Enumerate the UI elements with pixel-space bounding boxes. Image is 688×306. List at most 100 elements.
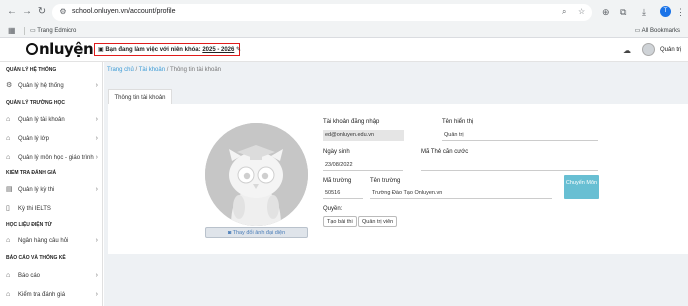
puzzle-icon[interactable]: ⧉	[620, 6, 626, 18]
logo-owl-icon	[26, 43, 38, 55]
sidebar-item-label: Quản lý kỳ thi	[18, 187, 55, 193]
id-card-field[interactable]	[421, 160, 598, 171]
tab-account-info[interactable]: Thông tin tài khoản	[108, 89, 172, 105]
sidebar-section-title: QUẢN LÝ TRƯỜNG HỌC	[6, 100, 65, 106]
sidebar-item-label: Ngân hàng câu hỏi	[18, 238, 69, 244]
bookmarks-bar: ▦ ▭ Trang Edmicro ▭ All Bookmarks	[0, 24, 688, 38]
url-text: school.onluyen.vn/account/profile	[72, 8, 176, 15]
logo-text: nluyện	[39, 40, 94, 58]
login-field: ed@onluyen.edu.vn	[323, 130, 404, 141]
right-chip: Quản trị viên	[358, 216, 398, 227]
chevron-right-icon: ›	[95, 237, 98, 244]
breadcrumb-home[interactable]: Trang chủ	[107, 67, 134, 73]
sidebar-section-title: QUẢN LÝ HỆ THỐNG	[6, 67, 57, 73]
camera-icon: ◙	[227, 230, 232, 236]
chevron-right-icon: ›	[95, 291, 98, 298]
breadcrumb-current: Thông tin tài khoản	[169, 67, 222, 73]
school-code-label: Mã trường	[323, 178, 352, 184]
chevron-right-icon: ›	[95, 116, 98, 123]
sidebar-section-title: BÁO CÁO VÀ THỐNG KÊ	[6, 255, 66, 261]
school-code-field: 50516	[323, 188, 363, 199]
download-icon[interactable]: ⤓	[642, 6, 646, 18]
change-photo-label: Thay đổi ảnh đại diện	[232, 230, 286, 236]
bank-icon: ⌂	[6, 116, 11, 123]
bank-icon: ⌂	[6, 237, 11, 244]
book-icon: ▤	[6, 186, 13, 193]
chevron-right-icon: ›	[95, 186, 98, 193]
bookmark-star-icon[interactable]: ☆	[578, 7, 585, 17]
address-bar[interactable]: ⚙ school.onluyen.vn/account/profile ⌕ ☆	[52, 4, 592, 21]
app-header: nluyện ▣ Bạn đang làm việc với niên khóa…	[0, 38, 688, 62]
bank-icon: ⌂	[6, 154, 11, 161]
sidebar-item-label: Báo cáo	[18, 273, 41, 279]
all-bookmarks-label: All Bookmarks	[641, 28, 680, 34]
sidebar-item-reports[interactable]: ⌂ Báo cáo ›	[6, 272, 100, 284]
logo[interactable]: nluyện	[26, 40, 94, 58]
sidebar-item-label: Kiểm tra đánh giá	[18, 292, 66, 298]
dob-label: Ngày sinh	[323, 149, 350, 155]
school-name-label: Tên trường	[370, 178, 401, 184]
sidebar-item-question-bank[interactable]: ⌂ Ngân hàng câu hỏi ›	[6, 237, 100, 249]
year-label: Bạn đang làm việc với niên khóa:	[105, 47, 201, 53]
school-year-selector[interactable]: ▣ Bạn đang làm việc với niên khóa: 2025 …	[94, 43, 242, 56]
breadcrumb-separator: /	[135, 67, 138, 73]
sidebar-section-title: KIỂM TRA ĐÁNH GIÁ	[6, 170, 57, 176]
rights-label: Quyền:	[323, 206, 343, 212]
apps-icon[interactable]: ▦	[8, 27, 16, 35]
sidebar-item-label: Quản lý lớp	[18, 136, 49, 142]
breadcrumb-parent[interactable]: Tài khoản	[139, 67, 165, 73]
browser-chrome: ← → ↻ ⚙ school.onluyen.vn/account/profil…	[0, 0, 688, 38]
change-photo-button[interactable]: ◙ Thay đổi ảnh đại diện	[205, 227, 308, 238]
sidebar: QUẢN LÝ HỆ THỐNG ⚙ Quản lý hệ thống › QU…	[0, 62, 103, 306]
profile-avatar[interactable]: T	[660, 6, 671, 17]
edit-icon: ✎	[236, 47, 242, 53]
bookmark-divider	[24, 27, 25, 35]
calendar-icon: ▣	[98, 47, 104, 53]
sidebar-item-ielts[interactable]: ▯ Kỳ thi IELTS	[6, 205, 100, 217]
gears-icon: ⚙	[6, 82, 13, 89]
profile-card: ◙ Thay đổi ảnh đại diện Tài khoản đăng n…	[108, 104, 688, 254]
sidebar-item-system[interactable]: ⚙ Quản lý hệ thống ›	[6, 82, 100, 94]
school-name-field: Trường Đào Tạo Onluyen.vn	[370, 188, 552, 199]
sidebar-item-accounts[interactable]: ⌂ Quản lý tài khoản ›	[6, 116, 100, 128]
transfer-subject-button[interactable]: Chuyển Môn	[564, 175, 599, 199]
user-name[interactable]: Quản trị	[660, 47, 681, 53]
display-name-label: Tên hiển thị	[442, 119, 474, 125]
bank-icon: ⌂	[6, 135, 11, 142]
right-chip: Tạo bài thi	[323, 216, 357, 227]
site-info-icon[interactable]: ⚙	[58, 7, 68, 17]
bookmark-item[interactable]: ▭ Trang Edmicro	[30, 27, 76, 34]
reload-icon[interactable]: ↻	[36, 6, 48, 18]
chevron-right-icon: ›	[95, 272, 98, 279]
year-value: 2025 - 2026	[202, 47, 235, 53]
owl-avatar-icon	[205, 123, 308, 226]
sidebar-item-subjects[interactable]: ⌂ Quản lý môn học - giáo trình ›	[6, 154, 100, 166]
bank-icon: ⌂	[6, 291, 11, 298]
sidebar-section-title: HỌC LIỆU ĐIỆN TỬ	[6, 222, 52, 228]
bookmark-label: Trang Edmicro	[37, 28, 77, 34]
browser-toolbar: ← → ↻ ⚙ school.onluyen.vn/account/profil…	[0, 0, 688, 24]
avatar[interactable]	[642, 43, 655, 56]
back-icon[interactable]: ←	[6, 6, 18, 18]
sidebar-item-assessment[interactable]: ⌂ Kiểm tra đánh giá ›	[6, 291, 100, 303]
profile-photo	[205, 123, 308, 226]
dob-field[interactable]: 23/08/2022	[323, 160, 403, 171]
sidebar-item-label: Quản lý môn học - giáo trình	[18, 155, 94, 161]
breadcrumb-separator: /	[166, 67, 169, 73]
id-card-label: Mã Thẻ căn cước	[421, 149, 469, 155]
file-icon: ▯	[6, 205, 10, 212]
chevron-right-icon: ›	[95, 154, 98, 161]
breadcrumb: Trang chủ / Tài khoản / Thông tin tài kh…	[107, 67, 221, 73]
cloud-download-icon[interactable]: ☁	[623, 46, 631, 55]
main-content: Trang chủ / Tài khoản / Thông tin tài kh…	[104, 62, 688, 306]
sidebar-item-label: Quản lý tài khoản	[18, 117, 65, 123]
sidebar-item-label: Kỳ thi IELTS	[18, 206, 51, 212]
display-name-field[interactable]: Quản trị	[442, 130, 598, 141]
all-bookmarks[interactable]: ▭ All Bookmarks	[635, 27, 680, 34]
menu-icon[interactable]: ⋮	[676, 6, 685, 18]
sidebar-item-classes[interactable]: ⌂ Quản lý lớp ›	[6, 135, 100, 147]
extension-icon[interactable]: ⊕	[602, 6, 610, 18]
sidebar-item-exams[interactable]: ▤ Quản lý kỳ thi ›	[6, 186, 100, 198]
forward-icon[interactable]: →	[21, 6, 33, 18]
zoom-icon[interactable]: ⌕	[562, 7, 566, 17]
